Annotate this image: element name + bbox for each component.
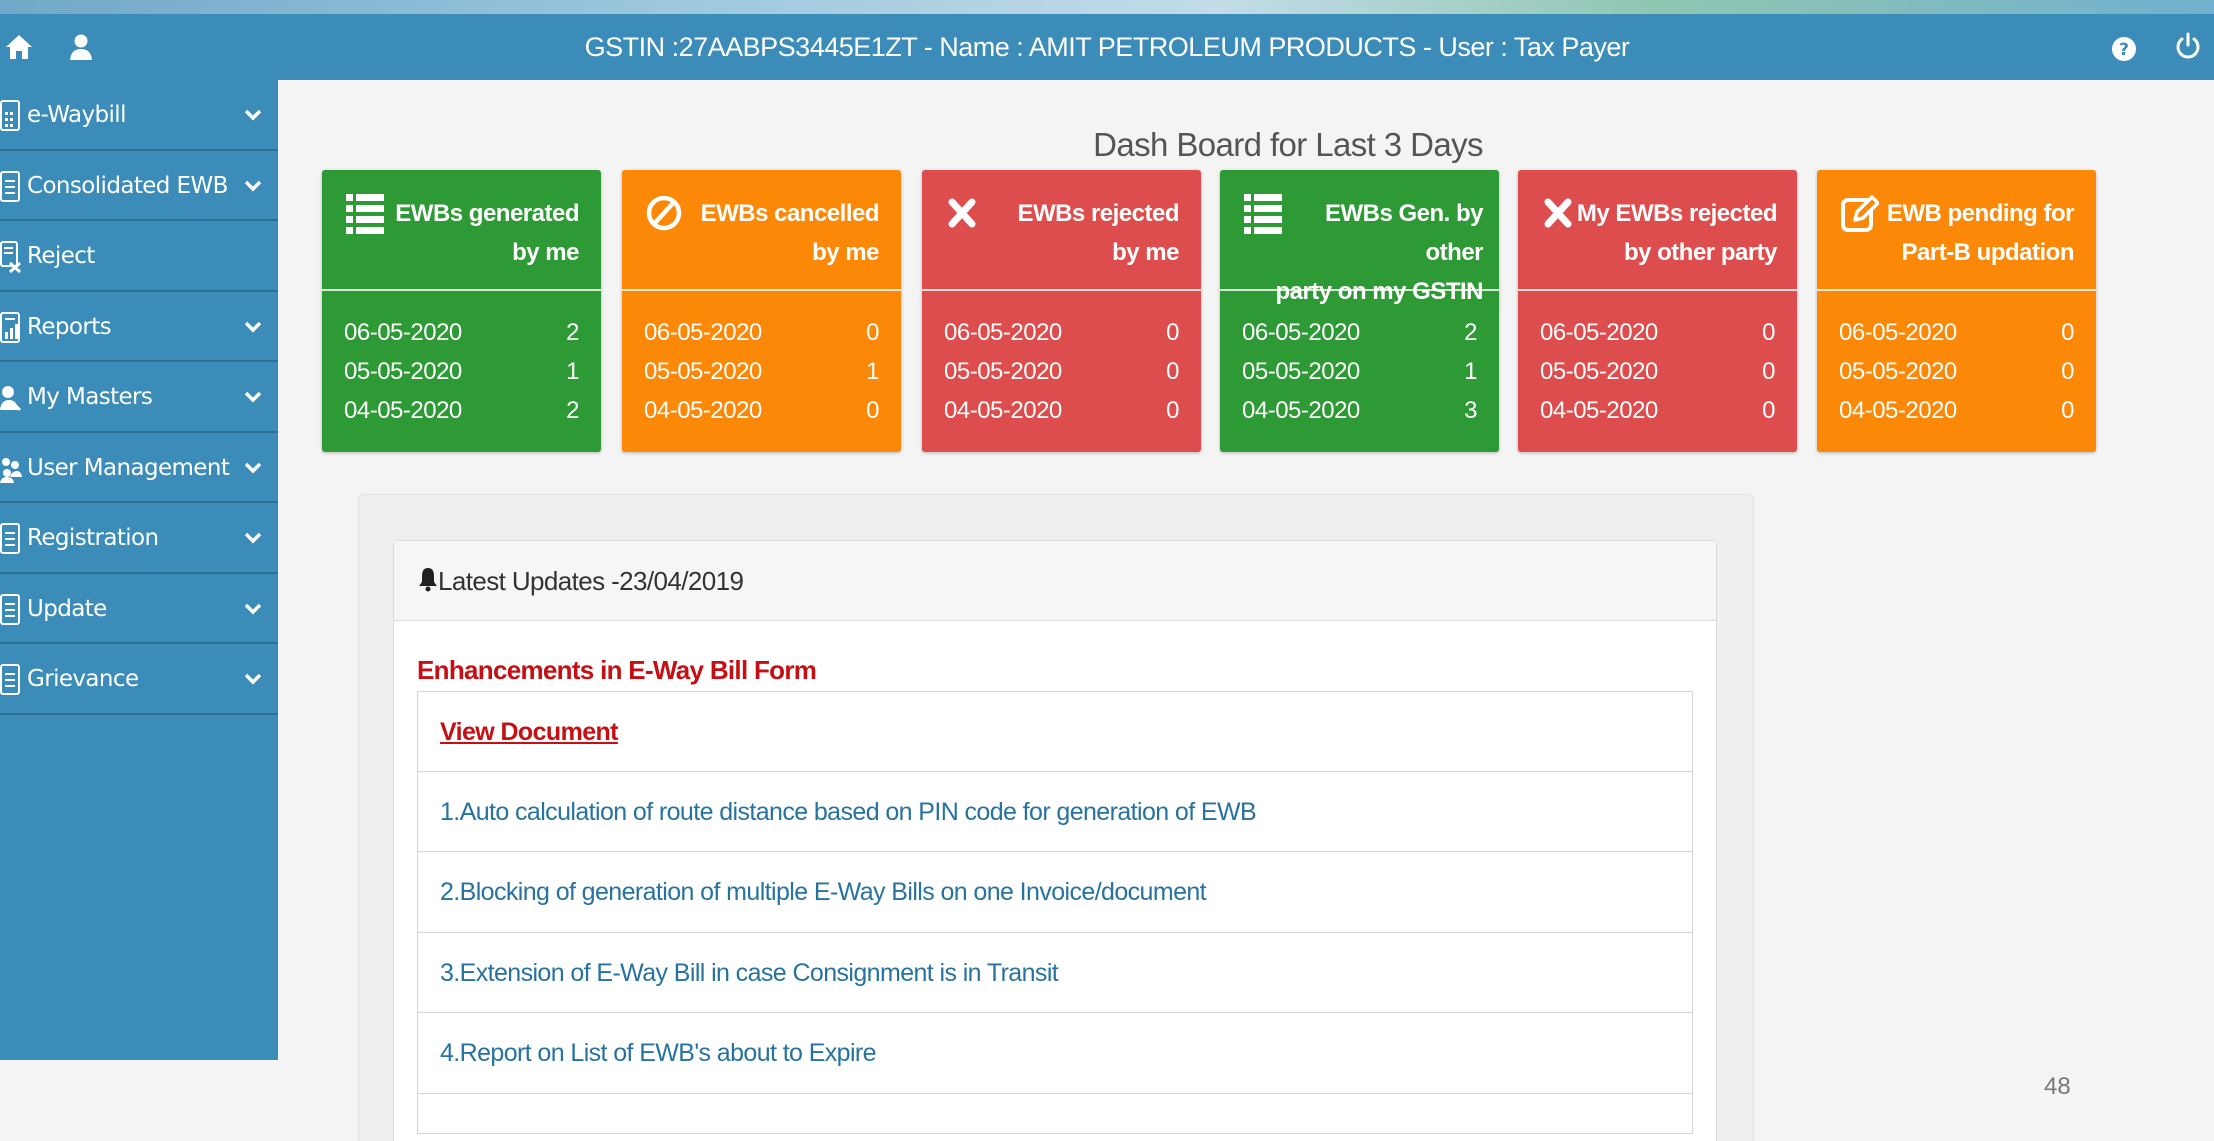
chevron-down-icon[interactable] (242, 598, 264, 620)
users-icon (0, 453, 22, 485)
sidebar-item-label: Consolidated EWB (27, 172, 228, 199)
document-icon (0, 523, 22, 555)
card-rows: 06-05-2020 2 05-05-2020 1 04-05-2020 2 (344, 313, 579, 430)
card-row: 04-05-2020 0 (644, 397, 879, 424)
card-title: My EWBs rejected by other party (1576, 200, 1778, 266)
top-banner-strip (0, 0, 2214, 14)
chevron-down-icon[interactable] (242, 527, 264, 549)
list-item (417, 1093, 1693, 1134)
card-row: 06-05-2020 0 (644, 319, 879, 346)
document-icon (0, 100, 22, 132)
card-row: 04-05-2020 0 (944, 397, 1179, 424)
card-row: 06-05-2020 0 (944, 319, 1179, 346)
card-title: EWBs generated by me (395, 200, 579, 266)
card-ewbs-gen-by-other-party[interactable]: EWBs Gen. by other party on my GSTIN 06-0… (1220, 170, 1499, 452)
card-row: 04-05-2020 2 (344, 397, 579, 424)
sidebar-item-reports[interactable]: Reports (0, 292, 278, 362)
sidebar-item-label: My Masters (27, 384, 153, 410)
document-icon (0, 664, 22, 696)
page-number: 48 (2044, 1073, 2071, 1100)
card-title: EWBs Gen. by other party on my GSTIN (1275, 200, 1483, 305)
card-header: EWBs Gen. by other party on my GSTIN (1220, 170, 1499, 305)
sidebar-item-registration[interactable]: Registration (0, 503, 278, 574)
card-title: EWBs rejected by me (1017, 200, 1179, 266)
card-ewb-pending-part-b[interactable]: EWB pending for Part-B updation 06-05-202… (1817, 170, 2096, 452)
card-row: 04-05-2020 0 (1839, 397, 2074, 424)
sidebar-item-label: e-Waybill (27, 102, 126, 128)
card-header: EWBs cancelled by me (622, 170, 901, 291)
card-header: EWBs rejected by me (922, 170, 1201, 291)
sidebar-item-label: User Management (27, 454, 230, 481)
list-item[interactable]: View Document (417, 691, 1693, 772)
card-rows: 06-05-2020 2 05-05-2020 1 04-05-2020 3 (1242, 313, 1477, 430)
sidebar-item-label: Registration (27, 525, 159, 551)
chevron-down-icon[interactable] (242, 316, 264, 338)
card-ewbs-rejected[interactable]: EWBs rejected by me 06-05-2020 0 05-05-202… (922, 170, 1201, 452)
sidebar-item-e-waybill[interactable]: e-Waybill (0, 80, 278, 151)
latest-updates-title: Latest Updates -23/04/2019 (438, 566, 744, 596)
card-header: EWBs generated by me (322, 170, 601, 291)
chevron-down-icon[interactable] (242, 104, 264, 126)
list-item: 1.Auto calculation of route distance bas… (417, 771, 1693, 852)
document-icon (0, 593, 22, 626)
sidebar-item-label: Grievance (27, 666, 139, 692)
power-icon[interactable] (2173, 31, 2203, 61)
sidebar: e-Waybill Consolidated EWB Reject Report… (0, 80, 278, 1060)
sidebar-item-consolidated-ewb[interactable]: Consolidated EWB (0, 151, 278, 221)
enhancements-title: Enhancements in E-Way Bill Form (417, 655, 817, 685)
sidebar-item-label: Update (27, 595, 107, 622)
latest-updates-panel: Latest Updates -23/04/2019 Enhancements … (393, 540, 1717, 1141)
card-header: My EWBs rejected by other party (1518, 170, 1797, 291)
svg-text:?: ? (2119, 40, 2129, 60)
help-icon[interactable]: ? (2109, 34, 2139, 64)
sidebar-item-user-management[interactable]: User Management (0, 433, 278, 503)
card-row: 06-05-2020 2 (344, 319, 579, 346)
card-title: EWB pending for Part-B updation (1886, 200, 2075, 266)
view-document-link[interactable]: View Document (440, 692, 619, 772)
chevron-down-icon[interactable] (242, 386, 264, 408)
bell-icon (418, 566, 438, 592)
list-item: 4.Report on List of EWB's about to Expir… (417, 1013, 1693, 1094)
dashboard-title: Dash Board for Last 3 Days (1093, 126, 1483, 163)
card-header: EWB pending for Part-B updation (1817, 170, 2096, 291)
card-row: 06-05-2020 2 (1242, 319, 1477, 346)
card-row: 04-05-2020 0 (1540, 397, 1775, 424)
card-rows: 06-05-2020 0 05-05-2020 0 04-05-2020 0 (1540, 313, 1775, 430)
updates-list: View Document 1.Auto calculation of rout… (417, 691, 1693, 1134)
list-item: 3.Extension of E-Way Bill in case Consig… (417, 932, 1693, 1013)
card-row: 06-05-2020 0 (1839, 319, 2074, 346)
card-rows: 06-05-2020 0 05-05-2020 0 04-05-2020 0 (1839, 313, 2074, 430)
card-row: 05-05-2020 0 (1839, 358, 2074, 385)
sidebar-item-my-masters[interactable]: My Masters (0, 362, 278, 433)
sidebar-item-grievance[interactable]: Grievance (0, 644, 278, 715)
latest-updates-header: Latest Updates -23/04/2019 (394, 541, 1716, 621)
chevron-down-icon[interactable] (242, 668, 264, 690)
header-title: GSTIN :27AABPS3445E1ZT - Name : AMIT PET… (584, 32, 1630, 62)
card-row: 05-05-2020 1 (1242, 358, 1477, 385)
card-row: 05-05-2020 0 (944, 358, 1179, 385)
chevron-down-icon[interactable] (242, 175, 264, 197)
sidebar-item-reject[interactable]: Reject (0, 221, 278, 292)
card-row: 05-05-2020 1 (344, 358, 579, 385)
list-item: 2.Blocking of generation of multiple E-W… (417, 852, 1693, 933)
card-rows: 06-05-2020 0 05-05-2020 1 04-05-2020 0 (644, 313, 879, 430)
card-row: 05-05-2020 1 (644, 358, 879, 385)
sidebar-item-label: Reject (27, 243, 95, 269)
card-title: EWBs cancelled by me (700, 200, 880, 266)
sidebar-item-update[interactable]: Update (0, 574, 278, 644)
card-ewbs-generated[interactable]: EWBs generated by me 06-05-2020 2 05-05-20… (322, 170, 601, 452)
masters-icon (0, 382, 22, 414)
document-icon (0, 170, 22, 203)
reject-icon (0, 241, 22, 274)
card-ewbs-cancelled[interactable]: EWBs cancelled by me 06-05-2020 0 05-05-20… (622, 170, 901, 452)
card-row: 06-05-2020 0 (1540, 319, 1775, 346)
card-my-ewbs-rejected-by-other[interactable]: My EWBs rejected by other party 06-05-202… (1518, 170, 1797, 452)
card-rows: 06-05-2020 0 05-05-2020 0 04-05-2020 0 (944, 313, 1179, 430)
report-icon (0, 311, 22, 344)
card-row: 05-05-2020 0 (1540, 358, 1775, 385)
sidebar-item-label: Reports (27, 313, 112, 340)
card-row: 04-05-2020 3 (1242, 397, 1477, 424)
chevron-down-icon[interactable] (242, 457, 264, 479)
top-header: GSTIN :27AABPS3445E1ZT - Name : AMIT PET… (0, 14, 2214, 80)
